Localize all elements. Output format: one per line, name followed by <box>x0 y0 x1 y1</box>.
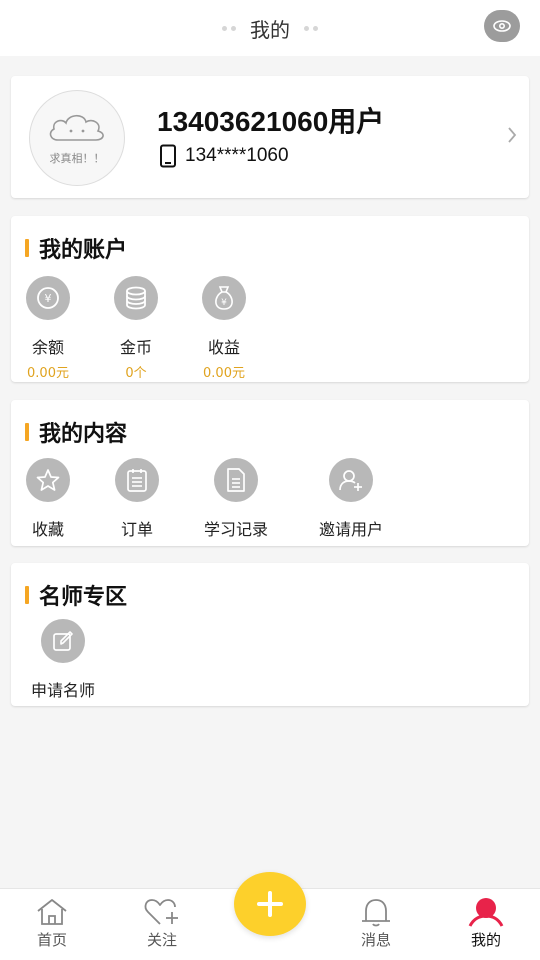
yen-coin-icon: ¥ <box>37 287 59 309</box>
favorites-item[interactable]: 收藏 <box>23 458 73 540</box>
money-bag-icon: ¥ <box>215 286 233 310</box>
study-record-item[interactable]: 学习记录 <box>201 458 271 540</box>
document-icon <box>227 468 245 492</box>
balance-icon-circle: ¥ <box>26 276 70 320</box>
phone-icon <box>160 144 176 168</box>
edit-icon <box>53 631 73 651</box>
section-title: 我的账户 <box>39 238 128 263</box>
apply-teacher-label: 申请名师 <box>30 681 95 700</box>
account-balance[interactable]: ¥ 余额 0.00元 <box>23 276 73 381</box>
profile-card[interactable]: 求真相！！ 13403621060用户 134****1060 <box>11 76 529 198</box>
coins-label: 金币 <box>119 338 152 357</box>
section-title: 我的内容 <box>39 422 128 447</box>
invite-user-icon-circle <box>329 458 373 502</box>
section-header: 名师专区 <box>25 579 127 611</box>
apply-teacher-icon-circle <box>41 619 85 663</box>
home-icon <box>37 899 67 925</box>
favorites-label: 收藏 <box>31 520 64 539</box>
orders-item[interactable]: 订单 <box>112 458 162 540</box>
nav-messages-label: 消息 <box>360 931 391 949</box>
bell-icon <box>362 899 390 927</box>
svg-text:¥: ¥ <box>45 292 52 305</box>
heart-plus-icon <box>144 899 178 925</box>
add-fab-button[interactable] <box>234 872 306 936</box>
coins-value: 0个 <box>125 366 147 381</box>
earnings-icon-circle: ¥ <box>202 276 246 320</box>
teacher-section: 名师专区 申请名师 <box>11 563 529 706</box>
invite-user-item[interactable]: 邀请用户 <box>313 458 389 540</box>
svg-text:¥: ¥ <box>221 298 227 308</box>
balance-label: 余额 <box>31 338 64 357</box>
study-record-icon-circle <box>214 458 258 502</box>
study-record-label: 学习记录 <box>203 520 268 539</box>
user-icon <box>468 898 504 927</box>
plus-icon <box>257 891 283 917</box>
user-name: 13403621060用户 <box>157 106 385 137</box>
section-title: 名师专区 <box>39 585 128 610</box>
section-header: 我的内容 <box>25 416 127 448</box>
add-user-icon <box>339 470 362 491</box>
nav-mine[interactable]: 我的 <box>466 897 506 950</box>
account-section: 我的账户 ¥ 余额 0.00元 金币 0个 ¥ 收益 0.00元 <box>11 216 529 382</box>
avatar[interactable]: 求真相！！ <box>29 90 125 186</box>
account-coins[interactable]: 金币 0个 <box>111 276 161 381</box>
right-dots <box>304 25 318 31</box>
phone-row: 134****1060 <box>159 144 289 168</box>
account-earnings[interactable]: ¥ 收益 0.00元 <box>199 276 249 381</box>
accent-bar <box>25 239 29 257</box>
chevron-right-icon[interactable] <box>507 126 517 144</box>
nav-home-label: 首页 <box>36 931 67 949</box>
invite-user-label: 邀请用户 <box>318 520 383 539</box>
eye-settings-icon <box>493 20 511 32</box>
page-title: 我的 <box>250 17 290 42</box>
accent-bar <box>25 423 29 441</box>
top-bar: 我的 <box>0 0 540 56</box>
app-root: 我的 求真相！！ 13403621060用户 134****1060 我的账户 … <box>0 0 540 960</box>
avatar-text: 求真相！！ <box>49 152 105 165</box>
favorites-icon-circle <box>26 458 70 502</box>
apply-teacher-item[interactable]: 申请名师 <box>25 619 101 701</box>
phone-number: 134****1060 <box>185 145 289 166</box>
nav-follow-label: 关注 <box>146 931 177 949</box>
coins-icon-circle <box>114 276 158 320</box>
left-dots <box>222 25 236 31</box>
orders-icon-circle <box>115 458 159 502</box>
balance-value: 0.00元 <box>27 366 69 381</box>
cloud-avatar-icon <box>49 114 104 141</box>
star-icon <box>36 469 60 491</box>
nav-follow[interactable]: 关注 <box>142 897 182 950</box>
settings-button[interactable] <box>484 10 520 42</box>
coin-stack-icon <box>126 286 146 310</box>
earnings-value: 0.00元 <box>203 366 245 381</box>
accent-bar <box>25 586 29 604</box>
nav-messages[interactable]: 消息 <box>358 897 394 950</box>
section-header: 我的账户 <box>25 232 127 264</box>
order-list-icon <box>127 469 147 492</box>
orders-label: 订单 <box>120 520 153 539</box>
nav-mine-label: 我的 <box>470 931 501 949</box>
earnings-label: 收益 <box>207 338 240 357</box>
content-section: 我的内容 收藏 订单 学习记录 邀请用户 <box>11 400 529 546</box>
nav-home[interactable]: 首页 <box>34 897 70 950</box>
title-wrap: 我的 <box>222 14 318 43</box>
